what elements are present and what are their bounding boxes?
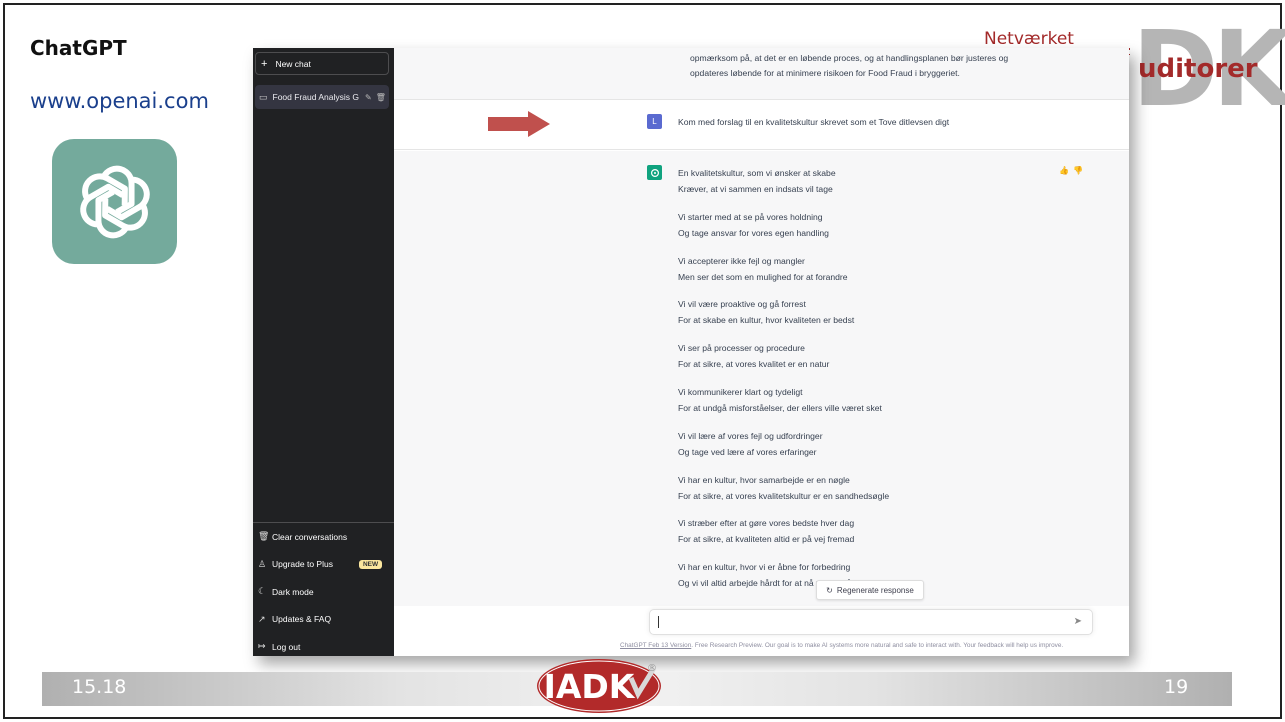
poem-line: En kvalitetskultur, som vi ønsker at ska… xyxy=(678,168,836,178)
poem-line: Vi accepterer ikke fejl og mangler xyxy=(678,255,805,266)
poem-stanza: Vi starter med at se på vores holdning Og… xyxy=(678,209,1078,253)
iadk-text: IADK xyxy=(544,667,636,706)
chatgpt-screenshot: + New chat ▭ Food Fraud Analysis G ✎ 🗑 🗑… xyxy=(253,48,1129,656)
slide-title: ChatGPT xyxy=(30,36,127,60)
logout-icon: ↦ xyxy=(258,641,266,652)
trash-icon[interactable]: 🗑 xyxy=(376,93,386,102)
log-out-button[interactable]: ↦ Log out xyxy=(253,633,394,656)
footer-text: . Free Research Preview. Our goal is to … xyxy=(691,642,1064,649)
poem-line: Men ser det som en mulighed for at foran… xyxy=(678,271,848,282)
chat-bubble-icon: ▭ xyxy=(259,91,268,102)
poem-line: Vi vil lære af vores fejl og udfordringe… xyxy=(678,430,823,441)
poem-line: Vi stræber efter at gøre vores bedste hv… xyxy=(678,518,855,529)
chat-title: Food Fraud Analysis G xyxy=(272,92,359,102)
poem-line: Vi starter med at se på vores holdning xyxy=(678,211,823,222)
page-number: 19 xyxy=(1164,676,1189,698)
sidebar: + New chat ▭ Food Fraud Analysis G ✎ 🗑 🗑… xyxy=(253,48,394,656)
trash-icon: 🗑 xyxy=(258,531,270,542)
user-message: Kom med forslag til en kvalitetskultur s… xyxy=(678,117,950,127)
plus-icon: + xyxy=(261,57,268,70)
iadk-logo: IADK ® xyxy=(537,659,661,713)
poem-line: For at sikre, at vores kvalitet er en na… xyxy=(678,359,830,370)
section-number: 15.18 xyxy=(72,676,127,698)
poem-line: Vi ser på processer og procedure xyxy=(678,343,805,354)
poem-line: Vi har en kultur, hvor samarbejde er en … xyxy=(678,474,850,485)
poem-line: For at sikre, at vores kvalitetskultur e… xyxy=(678,490,890,501)
previous-assistant-message: opmærksom på, at det er en løbende proce… xyxy=(394,48,1129,100)
poem-stanza: En kvalitetskultur, som vi ønsker at ska… xyxy=(678,165,1078,209)
message-line: opdateres løbende for at minimere risiko… xyxy=(690,68,960,78)
poem-stanza: Vi stræber efter at gøre vores bedste hv… xyxy=(678,515,1078,559)
poem-stanza: Vi accepterer ikke fejl og mangler Men se… xyxy=(678,253,1078,297)
message-input[interactable]: ➤ xyxy=(649,609,1093,635)
assistant-poem: En kvalitetskultur, som vi ønsker at ska… xyxy=(678,165,1078,603)
slide-url[interactable]: www.openai.com xyxy=(30,89,209,113)
new-chat-button[interactable]: + New chat xyxy=(255,52,389,75)
auditorer-text: uditorer xyxy=(1138,54,1258,84)
user-icon: ♙ xyxy=(258,558,267,569)
registered-mark: ® xyxy=(647,663,657,674)
poem-line: For at undgå misforståelser, der ellers … xyxy=(678,402,882,413)
external-link-icon: ↗ xyxy=(258,613,266,624)
poem-stanza: Vi vil være proaktive og gå forrest For a… xyxy=(678,296,1078,340)
poem-line: Og tage ved lære af vores erfaringer xyxy=(678,446,817,457)
poem-line: For at skabe en kultur, hvor kvaliteten … xyxy=(678,315,855,326)
new-chat-label: New chat xyxy=(275,58,311,69)
openai-logo-icon xyxy=(52,139,177,264)
poem-line: Vi har en kultur, hvor vi er åbne for fo… xyxy=(678,562,851,573)
red-arrow-icon xyxy=(488,111,550,137)
clear-conversations-button[interactable]: 🗑 Clear conversations xyxy=(253,523,394,551)
netvaerket-text: Netværket xyxy=(984,29,1074,49)
poem-line: Vi kommunikerer klart og tydeligt xyxy=(678,386,803,397)
input-area: ➤ ChatGPT Feb 13 Version. Free Research … xyxy=(394,606,1129,656)
updates-faq-button[interactable]: ↗ Updates & FAQ xyxy=(253,606,394,634)
poem-stanza: Vi ser på processer og procedure For at s… xyxy=(678,340,1078,384)
dark-mode-button[interactable]: ☾ Dark mode xyxy=(253,578,394,606)
version-link[interactable]: ChatGPT Feb 13 Version xyxy=(620,642,691,649)
edit-icon[interactable]: ✎ xyxy=(365,93,372,102)
menu-label: Dark mode xyxy=(272,586,314,597)
chat-history-item[interactable]: ▭ Food Fraud Analysis G ✎ 🗑 xyxy=(255,85,389,109)
poem-stanza: Vi vil lære af vores fejl og udfordringe… xyxy=(678,428,1078,472)
moon-icon: ☾ xyxy=(258,586,267,597)
menu-label: Clear conversations xyxy=(272,531,348,542)
poem-line: For at sikre, at kvaliteten altid er på … xyxy=(678,534,855,545)
user-avatar: L xyxy=(647,114,662,129)
menu-label: Log out xyxy=(272,641,301,652)
poem-line: Og tage ansvar for vores egen handling xyxy=(678,227,829,238)
regenerate-response-button[interactable]: ↻ Regenerate response xyxy=(816,580,924,600)
send-icon[interactable]: ➤ xyxy=(1074,616,1082,627)
upgrade-to-plus-button[interactable]: ♙ Upgrade to Plus NEW xyxy=(253,551,394,579)
chat-main: opmærksom på, at det er en løbende proce… xyxy=(394,48,1129,656)
poem-stanza: Vi kommunikerer klart og tydeligt For at … xyxy=(678,384,1078,428)
poem-line: Vi vil være proaktive og gå forrest xyxy=(678,299,806,310)
sidebar-bottom-menu: 🗑 Clear conversations ♙ Upgrade to Plus … xyxy=(253,522,394,656)
text-caret xyxy=(658,616,659,628)
menu-label: Upgrade to Plus xyxy=(272,559,333,570)
message-line: opmærksom på, at det er en løbende proce… xyxy=(690,53,1009,63)
footer-disclaimer: ChatGPT Feb 13 Version. Free Research Pr… xyxy=(620,642,1063,649)
poem-stanza: Vi har en kultur, hvor samarbejde er en … xyxy=(678,472,1078,516)
chatgpt-avatar-icon xyxy=(647,165,662,180)
refresh-icon: ↻ xyxy=(826,585,833,595)
menu-label: Updates & FAQ xyxy=(272,614,332,625)
new-badge: NEW xyxy=(358,559,383,569)
regenerate-label: Regenerate response xyxy=(836,585,914,595)
poem-line: Kræver, at vi sammen en indsats vil tage xyxy=(678,184,833,194)
